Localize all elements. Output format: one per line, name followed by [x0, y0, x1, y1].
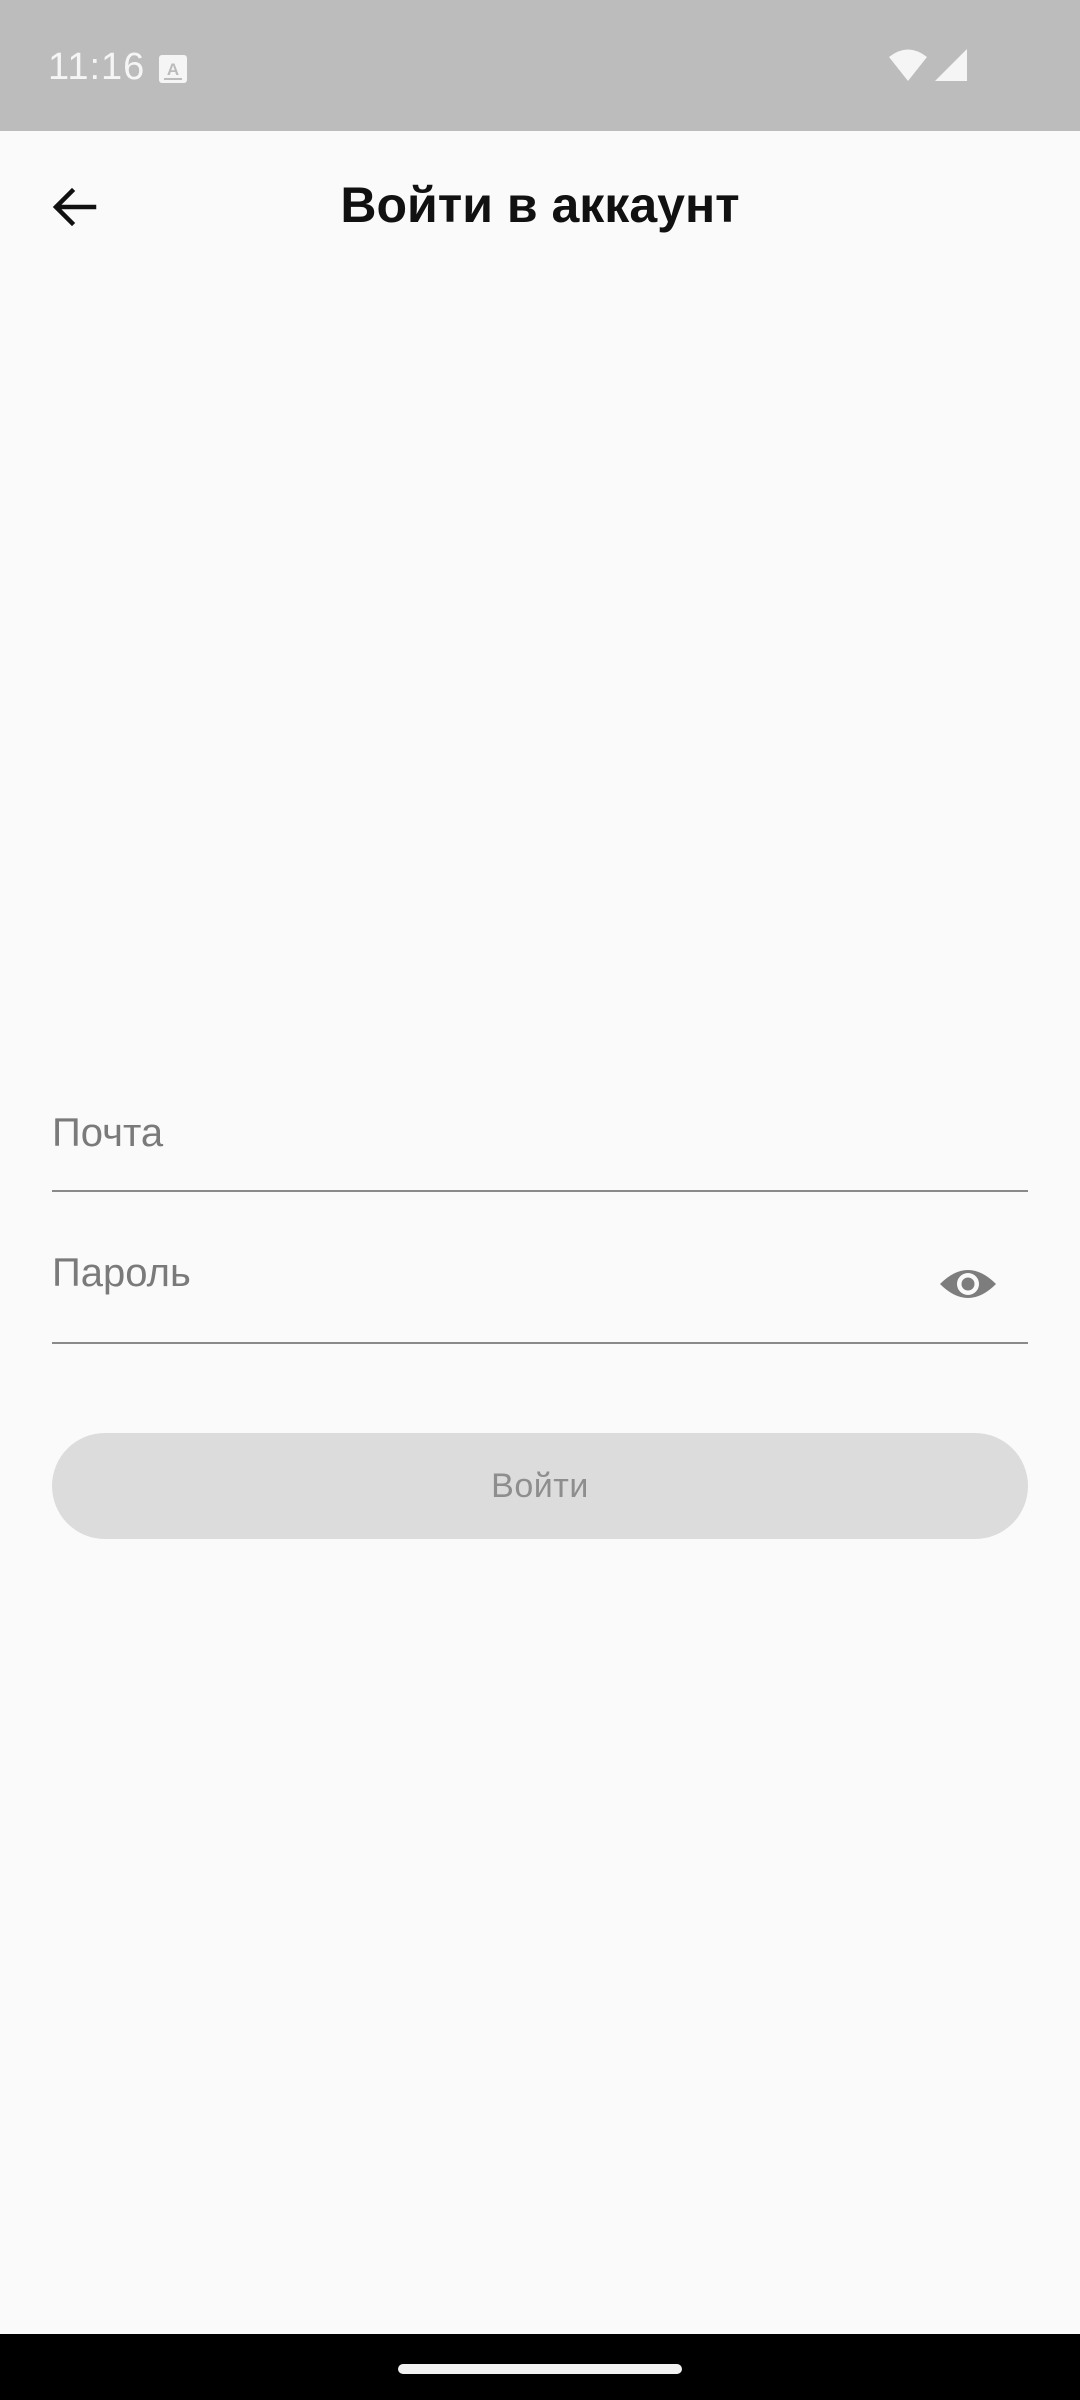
cellular-signal-icon	[935, 49, 967, 81]
password-field-container	[52, 1220, 1028, 1344]
wifi-icon	[889, 49, 927, 81]
home-indicator[interactable]	[398, 2364, 682, 2374]
app-bar: Войти в аккаунт	[0, 131, 1080, 281]
password-visibility-toggle[interactable]	[938, 1254, 998, 1314]
login-button[interactable]: Войти	[52, 1433, 1028, 1539]
eye-icon	[940, 1270, 996, 1298]
status-time: 11:16	[48, 46, 146, 88]
page-title: Войти в аккаунт	[340, 177, 740, 233]
email-field[interactable]	[52, 1098, 912, 1168]
svg-text:A: A	[167, 60, 179, 79]
password-field[interactable]	[52, 1238, 912, 1308]
status-bar: 11:16 A	[0, 0, 1080, 131]
text-a-icon: A	[159, 55, 187, 83]
email-field-container	[52, 1080, 1028, 1192]
